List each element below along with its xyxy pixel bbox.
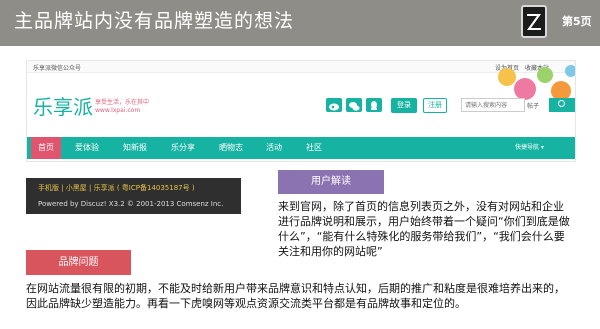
login-button[interactable]: 登录 <box>391 98 417 113</box>
user-interpretation-tag: 用户解读 <box>278 170 384 194</box>
wechat-icon[interactable] <box>346 98 362 112</box>
page-number: 第5页 <box>562 15 592 28</box>
search-button[interactable] <box>549 98 575 112</box>
nav-item-news[interactable]: 知新报 <box>117 137 153 159</box>
footer-links: 手机版 | 小黑屋 | 乐享派 ( 粤ICP备14035187号 ) <box>38 184 195 192</box>
slide-header: 主品牌站内没有品牌塑造的想法 第5页 <box>0 0 600 46</box>
z-logo-icon <box>521 5 547 38</box>
website-screenshot: 乐享派微信公众号 设为首页收藏本站 乐享派 享受生活，乐在其中 www.lxpa… <box>26 60 576 162</box>
register-button[interactable]: 注册 <box>423 98 447 113</box>
brand-issue-text: 在网站流量很有限的初期，不能及时给新用户带来品牌意识和特点认知，后期的推广和粘度… <box>26 282 565 310</box>
site-nav: 首页 爱体验 知新报 乐分享 晒物志 活动 社区 快捷导航 ▾ <box>27 137 575 159</box>
search-input[interactable] <box>461 98 525 112</box>
nav-item-experience[interactable]: 爱体验 <box>69 137 105 159</box>
site-logo[interactable]: 乐享派 <box>33 91 93 120</box>
slide: 主品牌站内没有品牌塑造的想法 第5页 乐享派微信公众号 设为首页收藏本站 乐享派… <box>0 0 600 329</box>
weibo-icon[interactable] <box>326 98 342 112</box>
wechat-account-link[interactable]: 乐享派微信公众号 <box>33 63 81 72</box>
slide-title: 主品牌站内没有品牌塑造的想法 <box>14 10 295 32</box>
site-domain: www.lxpai.com <box>95 107 141 114</box>
nav-item-share[interactable]: 乐分享 <box>165 137 201 159</box>
footer-powered-by: Powered by Discuz! X3.2 © 2001-2013 Coms… <box>38 200 224 208</box>
brand-issue-tag: 品牌问题 <box>26 250 131 275</box>
search-category-select[interactable]: 帖子 <box>527 101 539 110</box>
nav-item-home[interactable]: 首页 <box>31 137 61 159</box>
qq-icon[interactable] <box>366 98 382 112</box>
quick-nav-dropdown[interactable]: 快捷导航 ▾ <box>515 137 544 159</box>
nav-item-events[interactable]: 活动 <box>259 137 289 159</box>
nav-item-community[interactable]: 社区 <box>299 137 329 159</box>
nav-item-showcase[interactable]: 晒物志 <box>213 137 249 159</box>
search-icon <box>558 100 565 107</box>
user-interpretation-text: 来到官网，除了首页的信息列表页之外，没有对网站和企业进行品牌说明和展示，用户始终… <box>278 200 570 258</box>
site-slogan: 享受生活，乐在其中 <box>95 99 150 106</box>
site-footer-screenshot: 手机版 | 小黑屋 | 乐享派 ( 粤ICP备14035187号 ) Power… <box>26 178 241 214</box>
